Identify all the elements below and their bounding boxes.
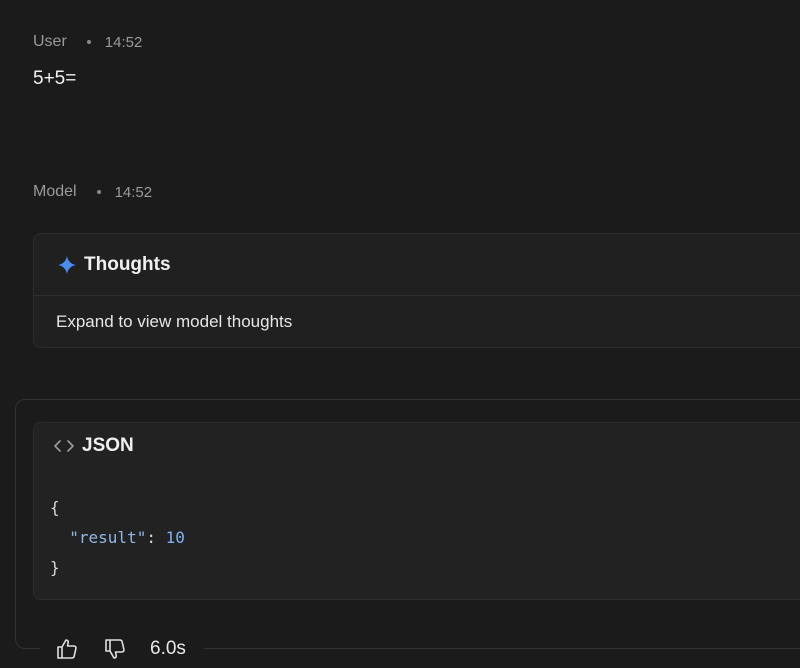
separator-dot	[96, 190, 101, 194]
model-turn-header: Model 14:52	[33, 183, 152, 201]
code-content[interactable]: { "result": 10 }	[50, 493, 185, 583]
code-block-language: JSON	[82, 435, 134, 456]
thoughts-header[interactable]: Thoughts	[34, 234, 800, 296]
json-code-block: JSON { "result": 10 }	[33, 422, 800, 600]
user-author-label: User	[33, 33, 67, 50]
thumbs-down-icon	[105, 639, 125, 659]
response-actions: 6.0s	[40, 630, 204, 668]
user-timestamp: 14:52	[104, 33, 143, 51]
model-timestamp: 14:52	[114, 183, 153, 201]
close-brace: }	[50, 558, 60, 577]
expand-thoughts-toggle[interactable]: Expand to view model thoughts	[34, 296, 800, 348]
thumbs-up-button[interactable]	[54, 636, 80, 662]
thumbs-up-icon	[57, 639, 77, 659]
thumbs-down-button[interactable]	[102, 636, 128, 662]
json-colon: :	[146, 528, 166, 547]
sparkle-icon	[57, 255, 77, 274]
user-turn-header: User 14:52	[33, 33, 142, 51]
chat-view: User 14:52 5+5= Model 14:52 Thoughts Exp…	[0, 0, 800, 668]
thoughts-title: Thoughts	[84, 253, 171, 275]
open-brace: {	[50, 498, 60, 517]
user-message[interactable]: 5+5=	[33, 68, 76, 90]
separator-dot	[86, 40, 91, 44]
json-key: "result"	[69, 528, 147, 547]
code-icon	[54, 440, 74, 452]
response-duration: 6.0s	[150, 638, 186, 659]
model-author-label: Model	[33, 183, 77, 200]
json-value: 10	[165, 528, 185, 547]
code-block-header: JSON	[52, 435, 134, 457]
thoughts-panel[interactable]: Thoughts Expand to view model thoughts	[33, 233, 800, 348]
